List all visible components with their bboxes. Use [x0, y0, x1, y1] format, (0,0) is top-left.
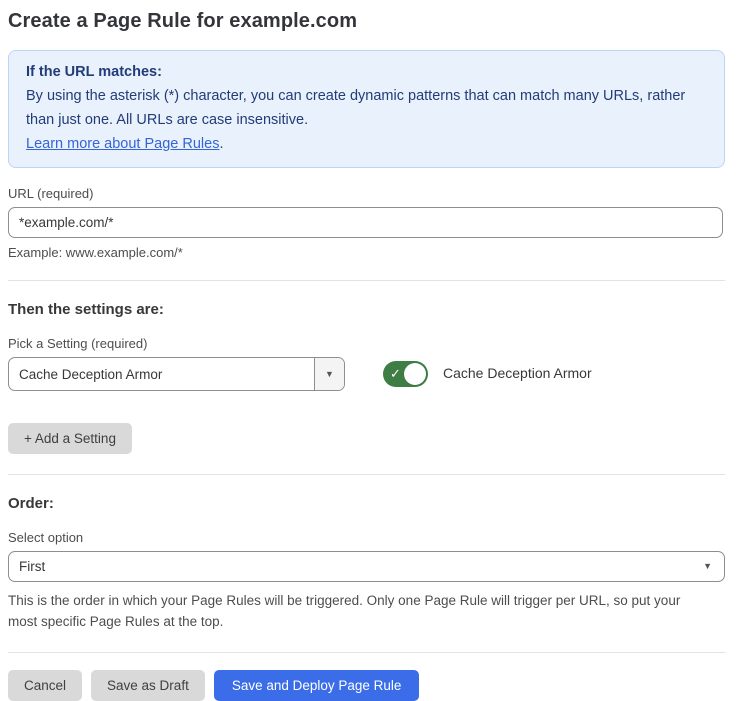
cancel-button[interactable]: Cancel [8, 670, 82, 701]
chevron-down-icon: ▼ [325, 370, 334, 379]
info-box-body: By using the asterisk (*) character, you… [26, 84, 707, 132]
page-title: Create a Page Rule for example.com [8, 10, 725, 33]
order-select[interactable]: First ▼ [8, 551, 725, 582]
learn-more-link[interactable]: Learn more about Page Rules [26, 136, 219, 152]
order-select-label: Select option [8, 530, 725, 545]
save-as-draft-button[interactable]: Save as Draft [91, 670, 205, 701]
setting-row: Cache Deception Armor ▼ ✓ Cache Deceptio… [8, 357, 725, 391]
toggle-knob [404, 363, 426, 385]
link-suffix: . [219, 136, 223, 152]
order-select-value: First [19, 559, 45, 574]
check-icon: ✓ [390, 367, 401, 380]
setting-dropdown-arrow-button[interactable]: ▼ [314, 358, 344, 390]
save-and-deploy-button[interactable]: Save and Deploy Page Rule [214, 670, 420, 701]
setting-toggle-label: Cache Deception Armor [443, 365, 592, 381]
order-helper-text: This is the order in which your Page Rul… [8, 590, 713, 632]
divider [8, 280, 725, 281]
info-box-link-line: Learn more about Page Rules. [26, 132, 707, 156]
order-section-heading: Order: [8, 495, 725, 512]
url-input[interactable] [8, 207, 723, 238]
footer-buttons: Cancel Save as Draft Save and Deploy Pag… [8, 670, 725, 701]
setting-picker-label: Pick a Setting (required) [8, 336, 725, 351]
url-field-label: URL (required) [8, 186, 725, 201]
setting-dropdown-value: Cache Deception Armor [9, 358, 314, 390]
url-match-info-box: If the URL matches: By using the asteris… [8, 50, 725, 168]
url-example-helper: Example: www.example.com/* [8, 245, 725, 260]
add-setting-button[interactable]: + Add a Setting [8, 423, 132, 454]
page-rule-form: Create a Page Rule for example.com If th… [0, 0, 750, 701]
chevron-down-icon: ▼ [703, 562, 712, 571]
info-box-heading: If the URL matches: [26, 60, 707, 84]
divider [8, 652, 725, 653]
settings-section-heading: Then the settings are: [8, 301, 725, 318]
setting-dropdown[interactable]: Cache Deception Armor ▼ [8, 357, 345, 391]
setting-toggle[interactable]: ✓ [383, 361, 428, 387]
divider [8, 474, 725, 475]
